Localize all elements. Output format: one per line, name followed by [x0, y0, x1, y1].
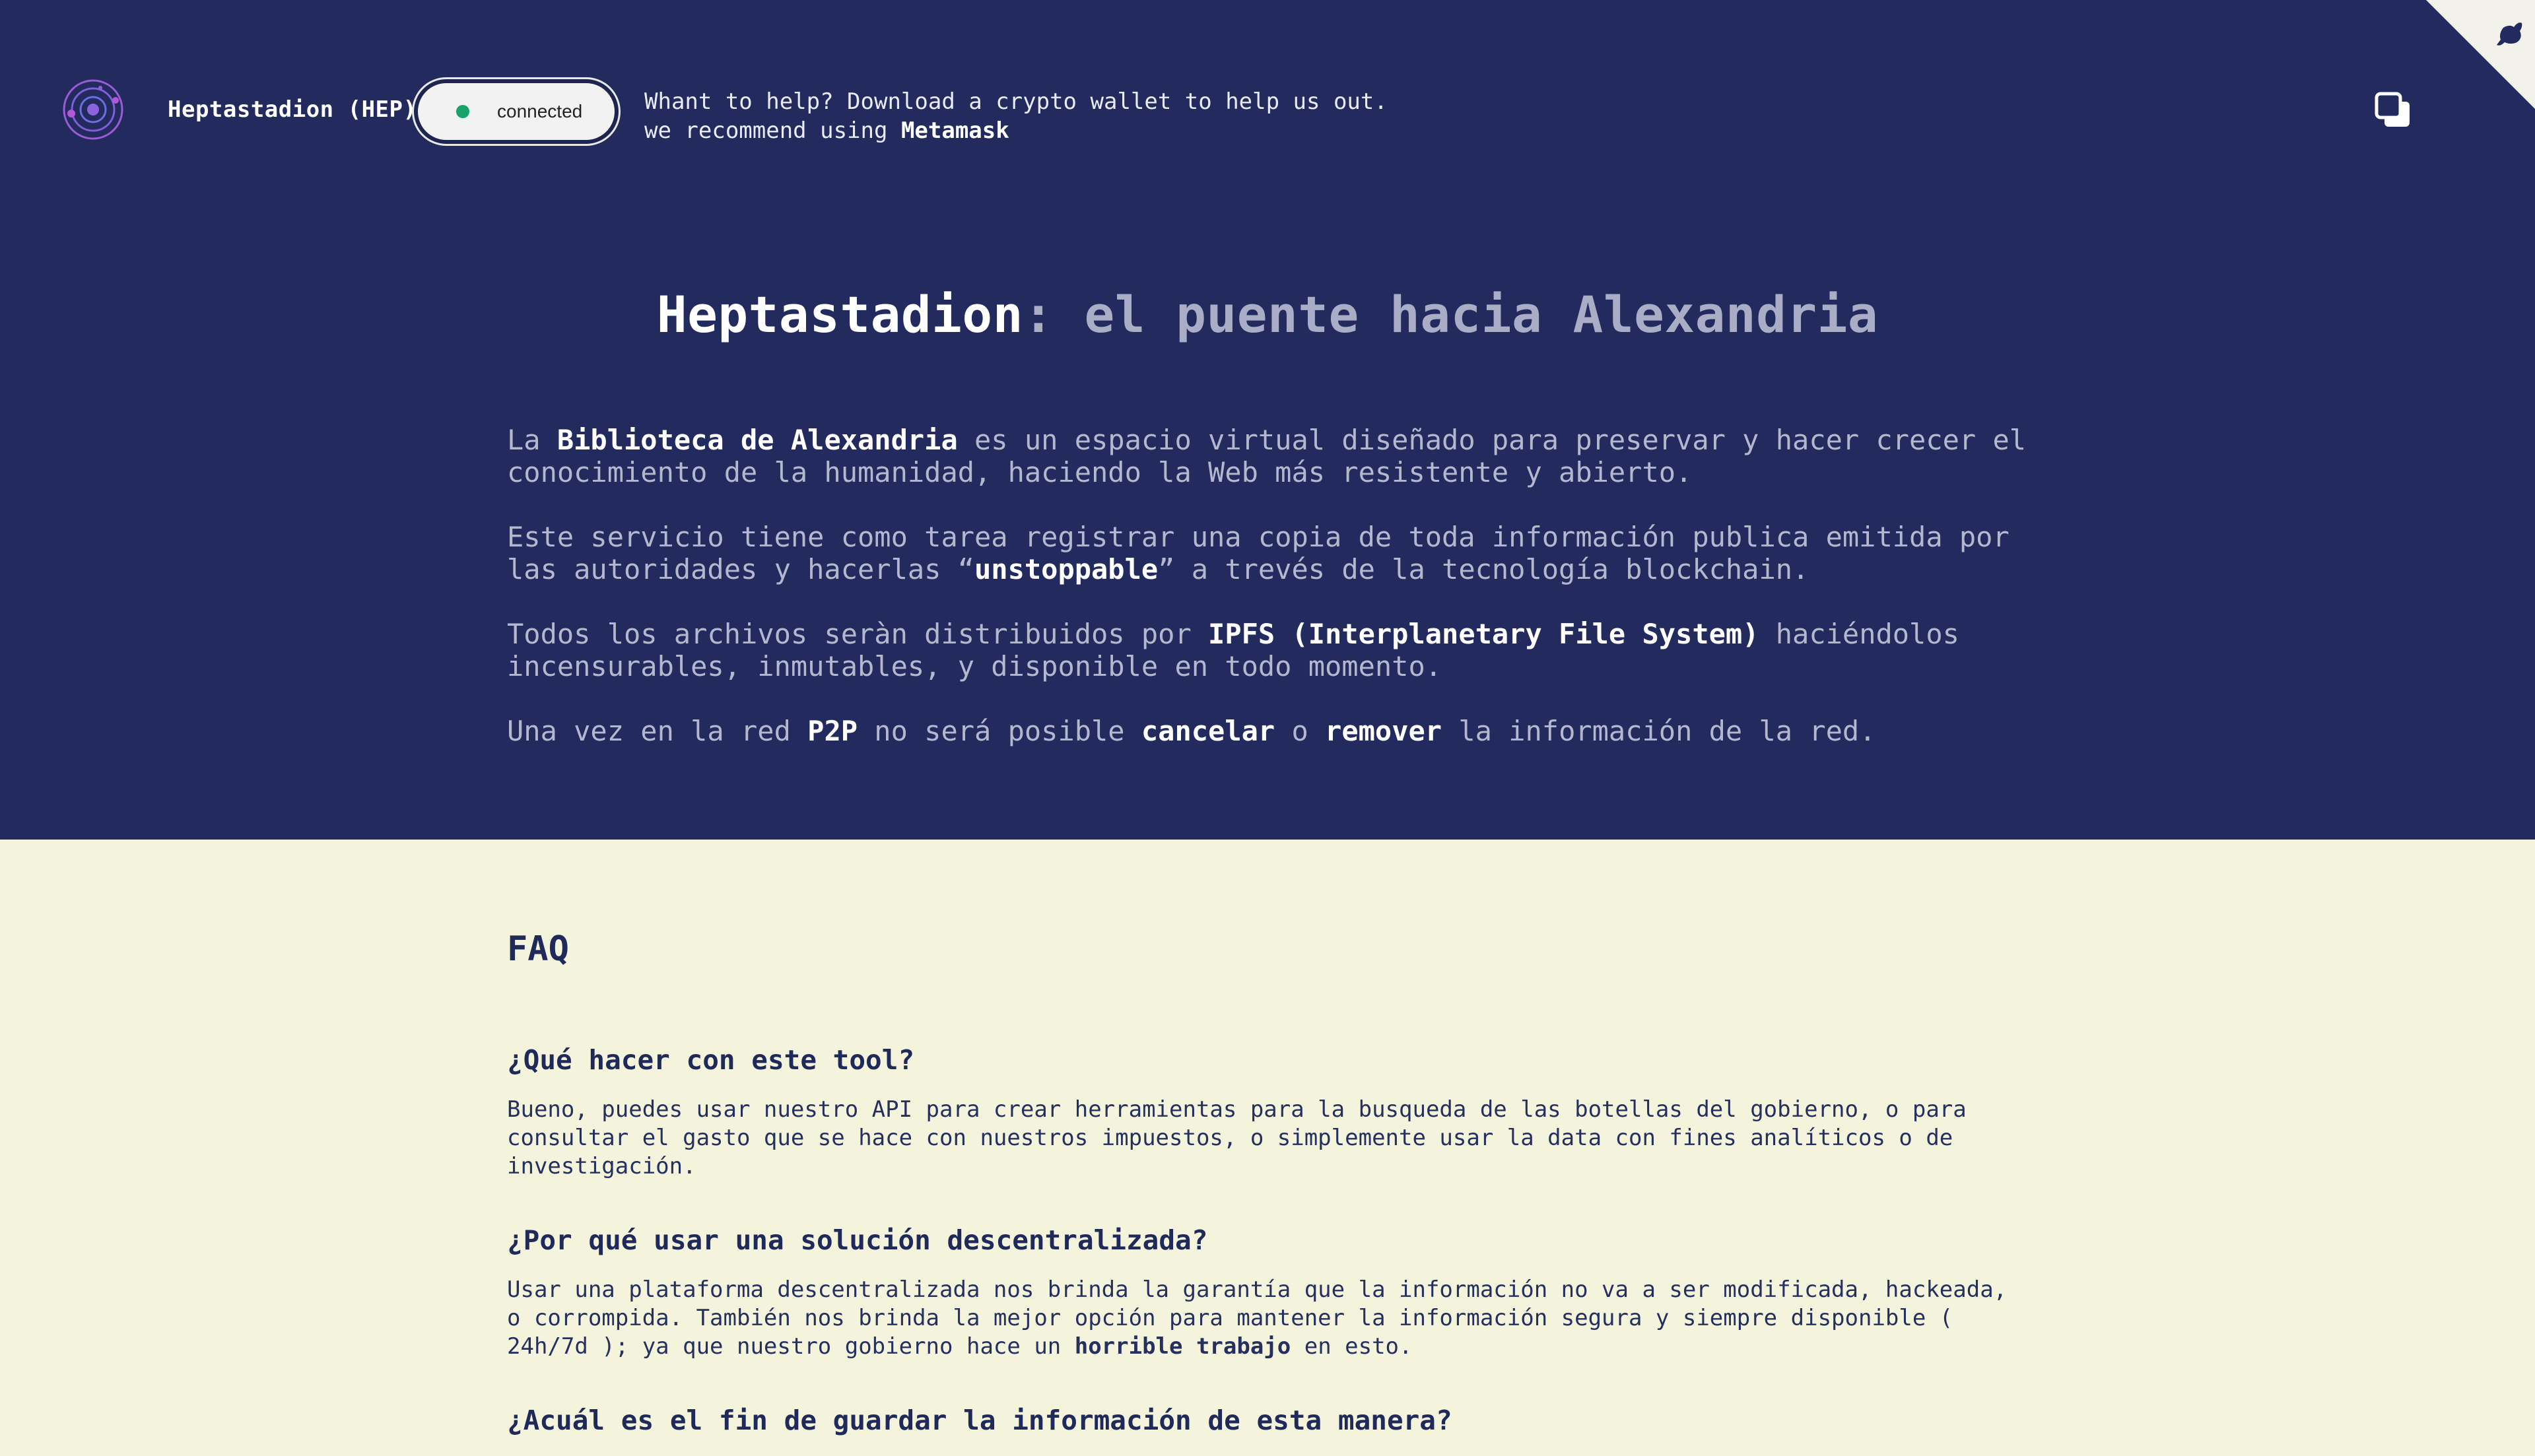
faq-answer-2: Usar una plataforma descentralizada nos … — [507, 1276, 2025, 1361]
text-span: La — [507, 424, 557, 456]
connection-status-button[interactable]: connected — [414, 79, 619, 144]
text-bold: Biblioteca de Alexandria — [557, 424, 958, 456]
page-title-strong: Heptastadion — [656, 285, 1023, 344]
text-span: o — [1275, 715, 1326, 747]
faq-section: FAQ ¿Qué hacer con este tool? Bueno, pue… — [507, 929, 2025, 1456]
faq-answer-1: Bueno, puedes usar nuestro API para crea… — [507, 1096, 1967, 1179]
text-bold: remover — [1325, 715, 1442, 747]
page-title: Heptastadion: el puente hacia Alexandria — [0, 285, 2535, 344]
intro-paragraph-3: Todos los archivos seràn distribuidos po… — [507, 618, 2052, 682]
faq-question-1: ¿Qué hacer con este tool? — [507, 1044, 915, 1076]
text-bold: horrible trabajo — [1074, 1333, 1291, 1360]
intro-text: La Biblioteca de Alexandria es un espaci… — [507, 424, 2052, 779]
status-label: connected — [497, 101, 583, 121]
help-line-2: we recommend using Metamask — [644, 116, 1388, 145]
intro-paragraph-2: Este servicio tiene como tarea registrar… — [507, 521, 2052, 585]
text-bold: cancelar — [1141, 715, 1275, 747]
text-span: la información de la red. — [1442, 715, 1876, 747]
hero-section: Heptastadion (HEP) connected Whant to he… — [0, 0, 2535, 840]
faq-question-3: ¿Acuál es el fin de guardar la informaci… — [507, 1405, 1452, 1436]
intro-paragraph-1: La Biblioteca de Alexandria es un espaci… — [507, 424, 2052, 488]
text-span: Una vez en la red — [507, 715, 808, 747]
help-message: Whant to help? Download a crypto wallet … — [644, 87, 1388, 145]
text-span: no será posible — [858, 715, 1141, 747]
galaxy-logo-icon — [63, 79, 123, 140]
text-span: ” a trevés de la tecnología blockchain. — [1158, 553, 1809, 585]
metamask-link[interactable]: Metamask — [901, 117, 1009, 144]
copy-icon[interactable] — [2373, 90, 2415, 132]
faq-question-2: ¿Por qué usar una solución descentraliza… — [507, 1224, 1208, 1256]
text-span: en esto. — [1291, 1333, 1413, 1360]
intro-paragraph-4: Una vez en la red P2P no será posible ca… — [507, 715, 2052, 747]
faq-title: FAQ — [507, 929, 569, 969]
page-title-rest: : el puente hacia Alexandria — [1023, 285, 1879, 344]
help-line-1: Whant to help? Download a crypto wallet … — [644, 88, 1388, 115]
text-bold: unstoppable — [974, 553, 1159, 585]
text-bold: IPFS (Interplanetary File System) — [1208, 618, 1759, 650]
text-bold: P2P — [807, 715, 858, 747]
status-dot-icon — [456, 105, 469, 118]
text-span: Todos los archivos seràn distribuidos po… — [507, 618, 1209, 650]
help-line-2-prefix: we recommend using — [644, 117, 901, 144]
brand-name: Heptastadion (HEP) — [168, 96, 417, 123]
github-corner-icon[interactable] — [2426, 0, 2535, 109]
